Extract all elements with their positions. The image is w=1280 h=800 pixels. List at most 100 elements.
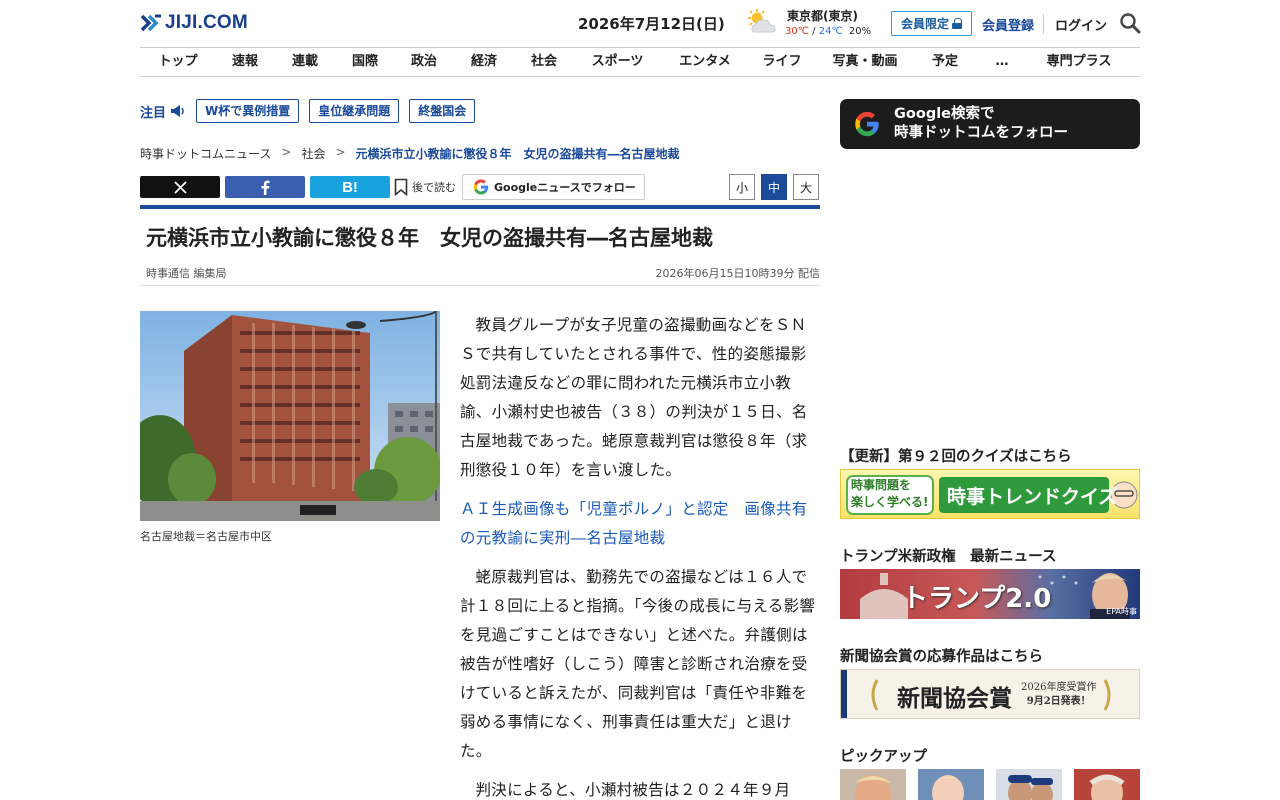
rain-chance: 20% xyxy=(848,26,872,37)
weather-city: 東京都(東京) xyxy=(787,9,858,23)
photo-caption: 名古屋地裁＝名古屋市中区 xyxy=(140,530,272,543)
read-later-label: 後で読む xyxy=(412,181,456,194)
nav-item-economy[interactable]: 経済 xyxy=(454,48,514,76)
google-icon xyxy=(473,179,489,195)
nav-item-breaking[interactable]: 速報 xyxy=(216,48,274,76)
breadcrumb-current[interactable]: 元横浜市立小教諭に懲役８年 女児の盗撮共有―名古屋地裁 xyxy=(356,145,680,162)
trending-tag[interactable]: 皇位継承問題 xyxy=(309,99,400,123)
google-news-follow-button[interactable]: Googleニュースでフォロー xyxy=(462,174,645,200)
article-pubdate: 2026年06月15日10時39分 配信 xyxy=(655,267,820,280)
article-body: 教員グループが女子児童の盗撮動画などをＳＮＳで共有していたとされる事件で、性的姿… xyxy=(460,311,820,800)
pickup-section-title: ピックアップ xyxy=(840,749,927,765)
current-date: 2026年7月12日(日) xyxy=(578,15,725,33)
facebook-icon xyxy=(261,180,270,195)
nav-item-politics[interactable]: 政治 xyxy=(394,48,454,76)
register-link[interactable]: 会員登録 xyxy=(982,15,1034,34)
nav-item-life[interactable]: ライフ xyxy=(749,48,815,76)
main-nav: トップ 速報 連載 国際 政治 経済 社会 スポーツ エンタメ ライフ 写真・動… xyxy=(140,47,1140,77)
temp-separator: / xyxy=(812,26,816,37)
article-paragraph: 判決によると、小瀬村被告は２０２４年９月 xyxy=(475,781,791,799)
trending-bar: 注目 W杯で異例措置 皇位継承問題 終盤国会 xyxy=(140,99,476,123)
member-only-button[interactable]: 会員限定 xyxy=(891,11,972,36)
pickup-thumbnail[interactable] xyxy=(1074,769,1140,800)
nav-item-series[interactable]: 連載 xyxy=(274,48,336,76)
article-paragraph: 教員グループが女子児童の盗撮動画などをＳＮＳで共有していたとされる事件で、性的姿… xyxy=(460,316,808,479)
trending-label: 注目 xyxy=(140,102,186,121)
google-icon xyxy=(854,111,880,137)
read-later-button[interactable]: 後で読む xyxy=(394,176,456,198)
shinbun-banner-sub: 2026年度受賞作 xyxy=(1021,682,1097,693)
jiji-logo-icon xyxy=(140,12,162,34)
google-follow-line: Google検索で xyxy=(894,106,995,122)
shinbun-banner-sub: 9月2日発表！ xyxy=(1026,696,1091,707)
weather-widget[interactable]: 東京都(東京) 30℃ / 24℃ 20% xyxy=(744,6,871,42)
search-icon[interactable] xyxy=(1119,12,1141,34)
trump-banner-title: トランプ2.0 xyxy=(902,584,1052,614)
trending-tag[interactable]: 終盤国会 xyxy=(409,99,476,123)
megaphone-icon xyxy=(171,105,184,117)
quiz-banner-title: 時事トレンドクイズ xyxy=(947,486,1118,508)
trump-banner[interactable]: トランプ2.0 EPA時事 xyxy=(840,569,1140,619)
nav-item-society[interactable]: 社会 xyxy=(514,48,574,76)
meta-divider xyxy=(140,285,820,286)
site-logo[interactable]: JIJI.COM xyxy=(140,12,248,34)
temp-high: 30℃ xyxy=(785,26,809,37)
nav-item-more[interactable]: … xyxy=(975,48,1029,76)
nav-item-entertainment[interactable]: エンタメ xyxy=(661,48,749,76)
share-toolbar: B! 後で読む Googleニュースでフォロー 小 中 大 xyxy=(140,174,820,200)
breadcrumb-separator: > xyxy=(281,145,292,159)
temp-low: 24℃ xyxy=(818,26,843,37)
hatena-icon: B! xyxy=(342,178,358,196)
header-divider xyxy=(1043,14,1044,34)
google-news-label: Googleニュースでフォロー xyxy=(494,181,636,194)
pickup-thumbnails xyxy=(840,769,1140,800)
breadcrumb-separator: > xyxy=(335,145,346,159)
share-facebook-button[interactable] xyxy=(225,176,305,198)
font-size-medium[interactable]: 中 xyxy=(761,174,787,200)
quiz-banner-text: 楽しく学べる! xyxy=(851,495,929,509)
x-logo-icon xyxy=(173,180,187,194)
shinbun-banner-title: 新聞協会賞 xyxy=(897,685,1012,712)
pickup-thumbnail[interactable] xyxy=(840,769,906,800)
shinbun-banner[interactable]: 新聞協会賞 2026年度受賞作 9月2日発表！ xyxy=(840,669,1140,719)
breadcrumb-item[interactable]: 社会 xyxy=(301,145,325,162)
font-size-small[interactable]: 小 xyxy=(729,174,755,200)
nav-item-senmon-plus[interactable]: 専門プラス xyxy=(1029,48,1129,76)
quiz-section-title[interactable]: 【更新】第９２回のクイズはこちら xyxy=(840,445,1072,466)
member-only-label: 会員限定 xyxy=(900,17,949,31)
google-follow-line: 時事ドットコムをフォロー xyxy=(894,125,1068,141)
share-hatena-button[interactable]: B! xyxy=(310,176,390,198)
weather-temps: 30℃ / 24℃ 20% xyxy=(785,26,871,37)
logo-text: JIJI.COM xyxy=(165,12,248,33)
trending-tag[interactable]: W杯で異例措置 xyxy=(196,99,300,123)
article-paragraph: 蛯原裁判官は、勤務先での盗撮などは１６人で計１８回に上ると指摘。「今後の成長に与… xyxy=(460,568,816,760)
site-header: JIJI.COM 2026年7月12日(日) 東京都(東京) 30℃ / 24℃… xyxy=(140,0,1141,48)
shinbun-section-title[interactable]: 新聞協会賞の応募作品はこちら xyxy=(840,645,1043,666)
article-headline: 元横浜市立小教諭に懲役８年 女児の盗撮共有―名古屋地裁 xyxy=(146,226,713,250)
article-byline: 時事通信 編集局 xyxy=(146,267,227,280)
font-size-large[interactable]: 大 xyxy=(793,174,819,200)
nav-item-top[interactable]: トップ xyxy=(140,48,216,76)
nav-item-schedule[interactable]: 予定 xyxy=(915,48,975,76)
share-x-button[interactable] xyxy=(140,176,220,198)
photo-credit: EPA時事 xyxy=(1106,607,1137,616)
login-link[interactable]: ログイン xyxy=(1055,15,1107,34)
bookmark-icon xyxy=(394,178,408,196)
lock-icon xyxy=(952,18,962,29)
article-photo[interactable] xyxy=(140,311,440,521)
google-follow-banner[interactable]: Google検索で 時事ドットコムをフォロー xyxy=(840,99,1140,149)
quiz-banner[interactable]: 時事問題を 楽しく学べる! 時事トレンドクイズ xyxy=(840,469,1140,519)
pickup-thumbnail[interactable] xyxy=(918,769,984,800)
google-follow-text: Google検索で 時事ドットコムをフォロー xyxy=(894,105,1068,143)
nav-item-photo-video[interactable]: 写真・動画 xyxy=(815,48,915,76)
nav-item-international[interactable]: 国際 xyxy=(336,48,394,76)
sun-cloud-icon xyxy=(744,8,778,36)
trump-section-title[interactable]: トランプ米新政権 最新ニュース xyxy=(840,545,1056,566)
nav-item-sports[interactable]: スポーツ xyxy=(574,48,661,76)
pickup-thumbnail[interactable] xyxy=(996,769,1062,800)
title-rule xyxy=(140,205,820,209)
quiz-banner-text: 時事問題を xyxy=(851,478,912,492)
breadcrumb: 時事ドットコムニュース > 社会 > 元横浜市立小教諭に懲役８年 女児の盗撮共有… xyxy=(140,145,680,162)
breadcrumb-item[interactable]: 時事ドットコムニュース xyxy=(140,145,271,162)
related-article-link[interactable]: ＡＩ生成画像も「児童ポルノ」と認定 画像共有の元教諭に実刑―名古屋地裁 xyxy=(460,495,820,553)
